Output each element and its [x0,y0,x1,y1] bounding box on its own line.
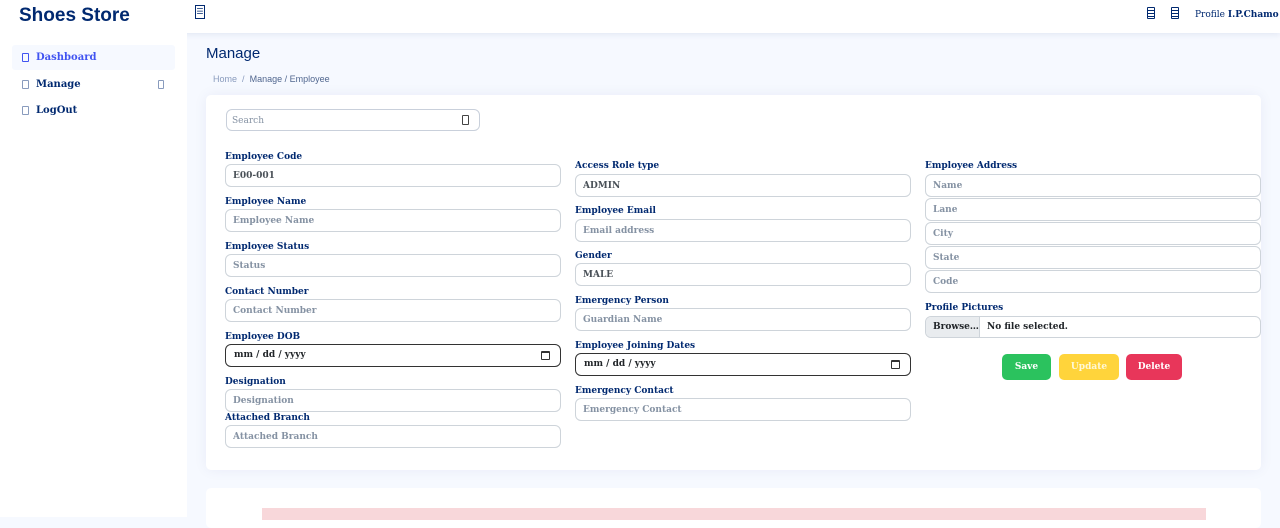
contact-number-field[interactable] [225,299,561,322]
designation-label: Designation [225,377,286,387]
sidebar-item-dashboard[interactable]: Dashboard [12,45,175,70]
profile-label: Profile [1195,10,1225,20]
sidebar-item-label: Manage [36,79,81,90]
grid-icon [22,53,29,62]
notification-icon[interactable] [1147,7,1155,19]
sidebar-item-label: LogOut [36,105,78,116]
employee-code-field[interactable] [225,164,561,187]
menu-icon [22,80,29,89]
address-lane-field[interactable] [925,198,1261,221]
attached-branch-label: Attached Branch [225,413,310,423]
access-role-label: Access Role type [575,161,660,171]
address-city-field[interactable] [925,222,1261,245]
access-role-field[interactable] [575,174,911,197]
joining-date-label: Employee Joining Dates [575,341,696,351]
employee-email-label: Employee Email [575,206,656,216]
sidebar-item-logout[interactable]: LogOut [12,98,175,123]
employee-dob-label: Employee DOB [225,332,301,342]
delete-button[interactable]: Delete [1126,354,1182,380]
joining-date-field[interactable]: mm / dd / yyyy [575,353,911,376]
profile-menu[interactable]: Profile I.P.Chamo ▾ [1195,10,1280,20]
sidebar: Dashboard Manage LogOut [0,33,187,517]
browse-button[interactable]: Browse… [926,317,980,337]
search-box [226,109,480,131]
contact-number-label: Contact Number [225,287,309,297]
date-value: mm / dd / yyyy [584,359,656,369]
employee-status-label: Employee Status [225,242,310,252]
employee-email-field[interactable] [575,219,911,242]
profile-picture-file-input[interactable]: Browse… No file selected. [925,316,1261,338]
employee-dob-field[interactable]: mm / dd / yyyy [225,344,561,367]
gender-label: Gender [575,251,612,261]
gender-field[interactable] [575,263,911,286]
employee-code-label: Employee Code [225,152,303,162]
address-state-field[interactable] [925,246,1261,269]
sidebar-item-label: Dashboard [36,52,97,63]
address-code-field[interactable] [925,270,1261,293]
date-value: mm / dd / yyyy [234,350,306,360]
table-header [262,508,1206,520]
messages-icon[interactable] [1171,7,1179,19]
breadcrumb-home[interactable]: Home [213,74,237,84]
update-button[interactable]: Update [1059,354,1119,380]
file-status: No file selected. [987,322,1068,332]
top-header: Shoes Store ☰ Profile I.P.Chamo ▾ [0,0,1280,33]
chevron-down-icon [158,80,164,89]
logout-icon [22,106,29,115]
calendar-icon[interactable] [891,360,900,369]
designation-field[interactable] [225,389,561,412]
search-input[interactable] [232,114,452,127]
save-button[interactable]: Save [1002,354,1051,380]
emergency-person-label: Emergency Person [575,296,669,306]
employee-address-label: Employee Address [925,161,1018,171]
menu-toggle-icon[interactable]: ☰ [195,5,205,19]
attached-branch-field[interactable] [225,425,561,448]
page-title: Manage [206,45,261,62]
breadcrumb: Home / Manage / Employee [213,74,330,84]
emergency-contact-field[interactable] [575,398,911,421]
profile-pictures-label: Profile Pictures [925,303,1004,313]
brand-logo[interactable]: Shoes Store [19,5,130,27]
emergency-contact-label: Emergency Contact [575,386,674,396]
sidebar-item-manage[interactable]: Manage [12,72,175,97]
employee-name-label: Employee Name [225,197,307,207]
user-name: I.P.Chamo [1227,10,1279,20]
employee-status-field[interactable] [225,254,561,277]
search-icon[interactable] [462,115,469,125]
address-name-field[interactable] [925,174,1261,197]
employee-name-field[interactable] [225,209,561,232]
calendar-icon[interactable] [541,351,550,360]
breadcrumb-current: Manage / Employee [249,74,330,84]
emergency-person-field[interactable] [575,308,911,331]
